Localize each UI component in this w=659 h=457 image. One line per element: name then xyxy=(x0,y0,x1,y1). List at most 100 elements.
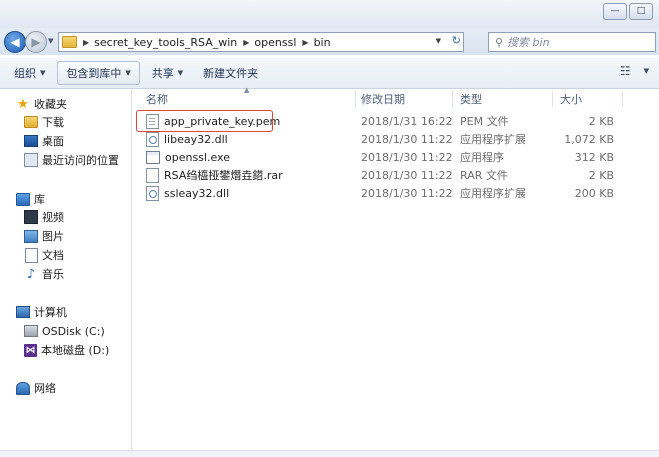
file-type: 应用程序扩展 xyxy=(460,133,526,146)
new-folder-button[interactable]: 新建文件夹 xyxy=(195,62,266,84)
address-dropdown-icon[interactable]: ▼ xyxy=(436,37,441,45)
search-box[interactable]: ⚲ 搜索 bin xyxy=(488,32,656,52)
file-size: 1,072 KB xyxy=(564,132,614,146)
file-list: 名称 ▲ 修改日期 类型 大小 app_private_key.pem 2018… xyxy=(132,86,659,450)
nav-recent[interactable]: 最近访问的位置 xyxy=(24,151,119,169)
file-name: RSA绉橀挜鐢熸垚鍣.rar xyxy=(164,169,283,182)
column-header-modified[interactable]: 修改日期 xyxy=(361,89,405,109)
nav-favorites-label: 收藏夹 xyxy=(34,98,67,111)
file-name: openssl.exe xyxy=(165,150,230,164)
view-options-icon[interactable]: ☷ xyxy=(620,64,631,78)
nav-disk-c[interactable]: OSDisk (C:) xyxy=(24,322,105,340)
organize-button[interactable]: 组织 ▼ xyxy=(6,62,53,84)
star-icon: ★ xyxy=(17,96,29,112)
nav-documents-label: 文档 xyxy=(42,249,64,262)
nav-network-label: 网络 xyxy=(34,382,56,395)
file-modified: 2018/1/30 11:22 xyxy=(361,132,453,146)
nav-favorites[interactable]: ★ 收藏夹 xyxy=(16,95,67,113)
nav-desktop-label: 桌面 xyxy=(42,135,64,148)
nav-downloads[interactable]: 下载 xyxy=(24,113,64,131)
column-header-type[interactable]: 类型 xyxy=(460,89,482,109)
file-modified: 2018/1/30 11:22 xyxy=(361,150,453,164)
file-row[interactable]: ssleay32.dll 2018/1/30 11:22 应用程序扩展 200 … xyxy=(132,184,659,202)
file-name-cell: openssl.exe xyxy=(146,148,230,166)
file-type: 应用程序扩展 xyxy=(460,187,526,200)
column-size-label: 大小 xyxy=(560,93,582,106)
chevron-right-icon[interactable]: ▶ xyxy=(302,38,308,47)
file-type: PEM 文件 xyxy=(460,115,509,128)
minimize-button[interactable]: — xyxy=(603,3,627,20)
document-icon xyxy=(24,247,38,263)
view-controls: ☷ ▼ xyxy=(620,64,649,78)
nav-desktop[interactable]: 桌面 xyxy=(24,132,64,150)
share-button[interactable]: 共享 ▼ xyxy=(144,62,191,84)
nav-videos-label: 视频 xyxy=(42,211,64,224)
music-note-icon: ♪ xyxy=(26,266,36,282)
column-header-name[interactable]: 名称 xyxy=(146,89,168,109)
nav-music[interactable]: ♪ 音乐 xyxy=(24,265,64,283)
file-name-cell: RSA绉橀挜鐢熸垚鍣.rar xyxy=(146,166,283,184)
navigation-pane: ★ 收藏夹 下载 桌面 最近访问的位置 库 视频 图片 文档 ♪ 音乐 计算机 … xyxy=(0,89,132,450)
address-bar[interactable]: ▶ secret_key_tools_RSA_win ▶ openssl ▶ b… xyxy=(58,32,464,52)
recent-pages-dropdown[interactable]: ▼ xyxy=(48,37,53,45)
file-modified: 2018/1/30 11:22 xyxy=(361,186,453,200)
chevron-right-icon[interactable]: ▶ xyxy=(243,38,249,47)
chevron-down-icon: ▼ xyxy=(177,69,184,77)
sort-caret-icon: ▲ xyxy=(244,86,250,94)
chevron-down-icon[interactable]: ▼ xyxy=(644,67,649,75)
nav-computer-label: 计算机 xyxy=(34,306,67,319)
address-row: ◀ ▶ ▼ ▶ secret_key_tools_RSA_win ▶ opens… xyxy=(0,28,659,55)
nav-libraries-label: 库 xyxy=(34,193,45,206)
nav-disk-d-label: 本地磁盘 (D:) xyxy=(41,344,110,357)
file-row[interactable]: libeay32.dll 2018/1/30 11:22 应用程序扩展 1,07… xyxy=(132,130,659,148)
file-row[interactable]: RSA绉橀挜鐢熸垚鍣.rar 2018/1/30 11:22 RAR 文件 2 … xyxy=(132,166,659,184)
column-header-size[interactable]: 大小 xyxy=(560,89,582,109)
nav-pictures[interactable]: 图片 xyxy=(24,227,64,245)
recent-places-icon xyxy=(24,153,38,167)
column-divider[interactable] xyxy=(552,91,553,107)
disk-d-icon: ⋈ xyxy=(24,343,37,357)
file-modified: 2018/1/30 11:22 xyxy=(361,168,453,182)
file-size: 2 KB xyxy=(588,168,614,182)
chevron-down-icon: ▼ xyxy=(125,69,131,77)
folder-icon xyxy=(62,36,77,48)
nav-videos[interactable]: 视频 xyxy=(24,208,64,226)
rar-file-icon xyxy=(146,167,159,183)
column-divider[interactable] xyxy=(452,91,453,107)
library-icon xyxy=(16,192,30,206)
back-button[interactable]: ◀ xyxy=(4,31,26,53)
maximize-button[interactable]: □ xyxy=(629,3,653,20)
nav-downloads-label: 下载 xyxy=(42,116,64,129)
breadcrumb-openssl[interactable]: openssl xyxy=(254,36,296,49)
refresh-icon[interactable]: ↻ xyxy=(452,34,461,47)
file-size: 2 KB xyxy=(588,114,614,128)
search-input[interactable]: 搜索 bin xyxy=(507,34,550,50)
column-modified-label: 修改日期 xyxy=(361,93,405,106)
file-name-cell: libeay32.dll xyxy=(146,130,228,148)
desktop-icon xyxy=(24,134,38,148)
nav-music-label: 音乐 xyxy=(42,268,64,281)
dll-file-icon xyxy=(146,131,159,147)
breadcrumb-secret-key-tools[interactable]: secret_key_tools_RSA_win xyxy=(94,36,237,49)
include-in-library-button[interactable]: 包含到库中 ▼ xyxy=(57,61,140,85)
nav-computer[interactable]: 计算机 xyxy=(16,303,67,321)
arrow-left-icon: ◀ xyxy=(10,35,20,49)
column-divider[interactable] xyxy=(622,91,623,107)
include-in-library-label: 包含到库中 xyxy=(66,67,122,80)
file-row[interactable]: openssl.exe 2018/1/30 11:22 应用程序 312 KB xyxy=(132,148,659,166)
nav-libraries[interactable]: 库 xyxy=(16,190,45,208)
nav-documents[interactable]: 文档 xyxy=(24,246,64,264)
chevron-right-icon[interactable]: ▶ xyxy=(83,38,89,47)
file-name: ssleay32.dll xyxy=(164,186,230,200)
title-bar: — □ xyxy=(0,0,659,28)
new-folder-label: 新建文件夹 xyxy=(203,67,259,80)
file-name: libeay32.dll xyxy=(164,132,228,146)
command-bar: 组织 ▼ 包含到库中 ▼ 共享 ▼ 新建文件夹 ☷ ▼ xyxy=(0,58,659,89)
nav-disk-d[interactable]: ⋈ 本地磁盘 (D:) xyxy=(24,341,109,359)
exe-file-icon xyxy=(146,150,160,164)
breadcrumb-bin[interactable]: bin xyxy=(314,36,331,49)
chevron-down-icon: ▼ xyxy=(40,69,46,77)
column-divider[interactable] xyxy=(355,91,356,107)
forward-button[interactable]: ▶ xyxy=(25,31,47,53)
nav-network[interactable]: 网络 xyxy=(16,379,56,397)
